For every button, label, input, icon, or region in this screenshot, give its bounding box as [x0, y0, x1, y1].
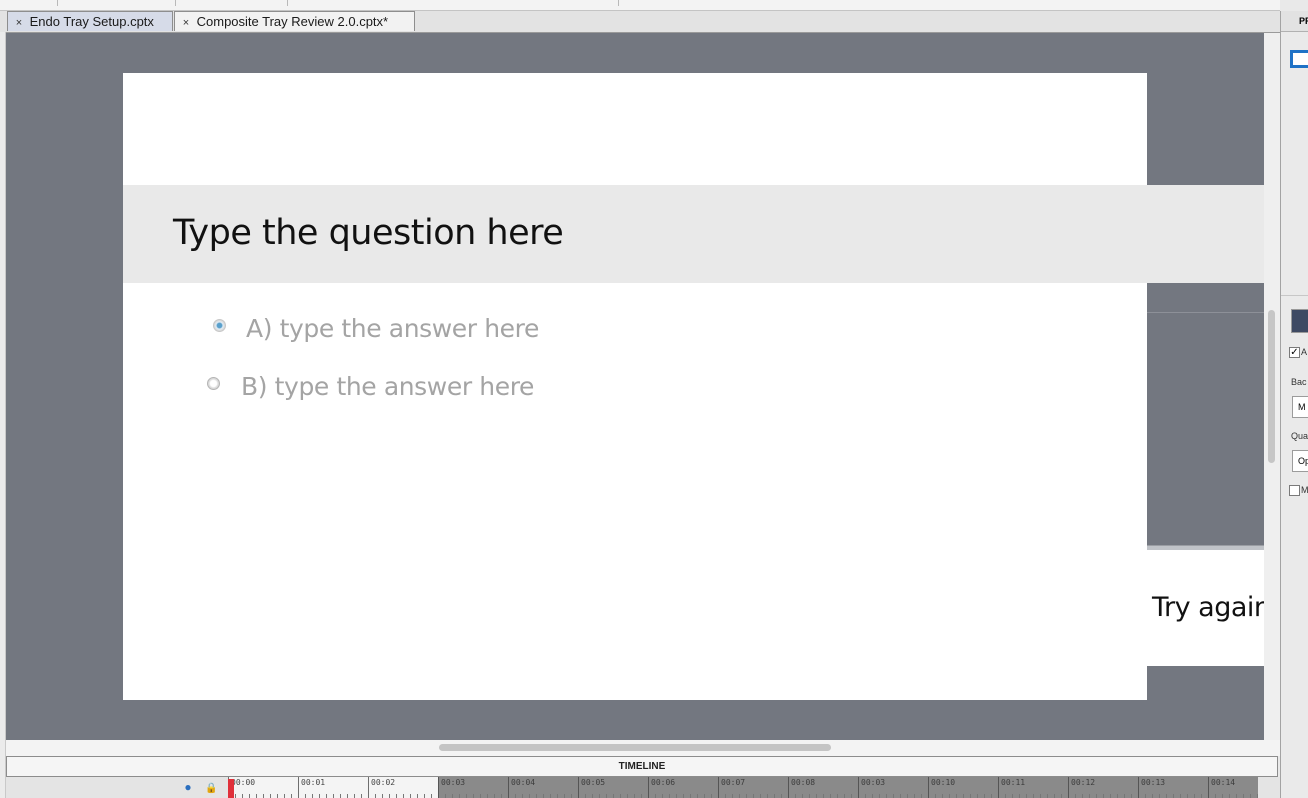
checkbox-checked[interactable]: ✓: [1289, 347, 1300, 358]
checkbox-label: A: [1301, 347, 1308, 357]
tab-label: Composite Tray Review 2.0.cptx*: [196, 14, 389, 29]
timeline-panel: ● 🔒 00:00 00:01 00:02 00:03 00:04 00:05 …: [6, 777, 1280, 798]
timeline-tick: 00:13: [1138, 777, 1208, 798]
eye-icon[interactable]: ●: [178, 780, 198, 794]
style-preview[interactable]: [1290, 50, 1308, 68]
timeline-tick: 00:04: [508, 777, 578, 798]
checkbox[interactable]: [1289, 485, 1300, 496]
slide-stage: Type the question here A) type the answe…: [6, 33, 1264, 740]
close-icon[interactable]: ×: [12, 14, 26, 33]
timeline-tick: 00:11: [998, 777, 1068, 798]
timeline-tick: 00:12: [1068, 777, 1138, 798]
answer-text[interactable]: B) type the answer here: [241, 372, 534, 401]
vertical-scrollbar-thumb[interactable]: [1268, 310, 1275, 463]
timeline-tick: 00:10: [928, 777, 998, 798]
try-again-text[interactable]: Try again: [1152, 592, 1264, 623]
panel-divider: [1281, 295, 1308, 296]
timeline-tick: 00:06: [648, 777, 718, 798]
top-strip-divider: [618, 0, 619, 6]
timeline-tick: 00:07: [718, 777, 788, 798]
radio-button-selected-icon[interactable]: [213, 319, 226, 332]
offslide-guide-line: [1147, 312, 1264, 313]
timeline-tick: 00:01: [298, 777, 368, 798]
horizontal-scrollbar-thumb[interactable]: [439, 744, 831, 751]
background-select[interactable]: M: [1292, 396, 1308, 418]
quality-select[interactable]: Op: [1292, 450, 1308, 472]
top-strip: [0, 0, 1280, 11]
properties-header[interactable]: PR: [1281, 11, 1308, 32]
lock-icon[interactable]: 🔒: [201, 783, 221, 794]
background-label: Bac: [1291, 377, 1307, 387]
timeline-tick: 00:03: [858, 777, 928, 798]
quality-label: Qua: [1291, 431, 1308, 441]
document-tab-bar: × Endo Tray Setup.cptx × Composite Tray …: [0, 11, 1280, 33]
timeline-tick: 00:05: [578, 777, 648, 798]
timeline-tick: 00:03: [438, 777, 508, 798]
timeline-header[interactable]: TIMELINE: [6, 756, 1278, 777]
question-text[interactable]: Type the question here: [173, 213, 564, 253]
timeline-tick: 00:00: [228, 777, 298, 798]
try-again-caption[interactable]: Try again: [1147, 550, 1264, 666]
answer-text[interactable]: A) type the answer here: [246, 314, 539, 343]
question-box[interactable]: Type the question here: [123, 185, 1264, 283]
top-strip-divider: [287, 0, 288, 6]
close-icon[interactable]: ×: [179, 14, 193, 33]
answer-option-a[interactable]: A) type the answer here: [213, 314, 539, 343]
timeline-tick: 00:08: [788, 777, 858, 798]
timeline-tick: 00:14: [1208, 777, 1258, 798]
checkbox-label: M: [1301, 485, 1308, 495]
top-strip-divider: [57, 0, 58, 6]
tab-label: Endo Tray Setup.cptx: [29, 14, 154, 29]
radio-button-icon[interactable]: [207, 377, 220, 390]
properties-panel: PR ✓ A Bac M Qua Op M: [1280, 11, 1308, 798]
timeline-playhead[interactable]: [228, 779, 234, 798]
timeline-tick: 00:02: [368, 777, 438, 798]
top-strip-divider: [175, 0, 176, 6]
timeline-ruler[interactable]: 00:00 00:01 00:02 00:03 00:04 00:05 00:0…: [228, 777, 1258, 798]
tab-composite-tray-review[interactable]: × Composite Tray Review 2.0.cptx*: [174, 11, 415, 31]
color-swatch[interactable]: [1291, 309, 1308, 333]
tab-endo-tray-setup[interactable]: × Endo Tray Setup.cptx: [7, 11, 173, 31]
horizontal-scrollbar[interactable]: [6, 740, 1280, 756]
answer-option-b[interactable]: B) type the answer here: [207, 372, 534, 401]
